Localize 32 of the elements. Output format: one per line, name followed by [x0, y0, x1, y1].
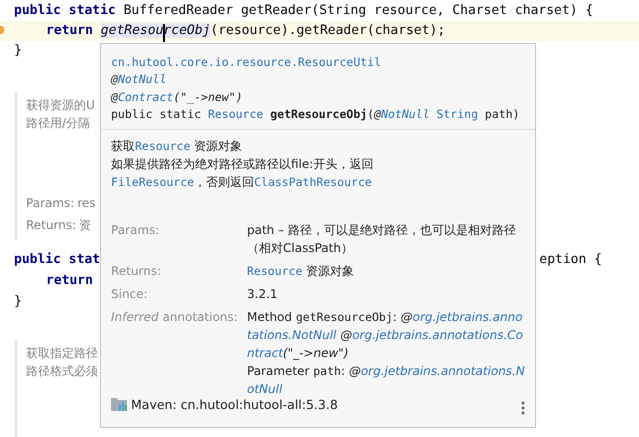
section-label: Params:: [111, 222, 160, 240]
code-text: }: [14, 293, 22, 311]
code-line: public static BufferedReader getReader(String resource, Charset charset) {: [13, 2, 594, 20]
code-text: public stat: [14, 251, 100, 269]
section-label: Returns:: [111, 263, 162, 280]
signature-line: @Contract("_->new"): [111, 88, 244, 106]
code-line: }: [13, 42, 23, 60]
section-value: Resource 资源对象: [247, 263, 356, 280]
description-text: 如果提供路径为绝对路径或路径以file:开头，返回 FileResource，否则返回ClassPathResource: [111, 156, 374, 192]
doc-text: 获得资源的U: [26, 97, 95, 114]
section-value: Parameter path: @org.jetbrains.annotations.NotNull: [247, 363, 526, 398]
section-label: Since:: [111, 286, 149, 304]
more-options-icon[interactable]: [521, 401, 525, 415]
doc-text: 资: [79, 217, 92, 234]
doc-label: Returns:: [26, 217, 76, 234]
signature-line: public static Resource getResourceObj(@NotNull String path): [111, 106, 521, 123]
code-text: return: [46, 272, 93, 290]
signature-line: @NotNull: [111, 71, 168, 88]
signature-line: cn.hutool.core.io.resource.ResourceUtil: [111, 54, 382, 71]
library-icon: [111, 397, 127, 411]
section-value: path – 路径，可以是绝对路径，也可以是相对路径（相对ClassPath）: [247, 222, 517, 258]
code-text: eption {: [539, 251, 602, 269]
doc-text: 路径用/分隔: [26, 115, 90, 132]
doc-text: res: [77, 195, 96, 212]
section-value: 3.2.1: [247, 286, 279, 304]
description-text: 获取Resource 资源对象: [111, 138, 244, 156]
section-label: Inferred annotations:: [111, 309, 239, 326]
doc-text: 路径格式必须: [26, 363, 98, 380]
doc-label: Params:: [26, 195, 74, 212]
section-value: Method getResourceObj: @org.jetbrains.annotations.NotNull @org.jetbrains.annotations.Contract("_->new"): [247, 309, 524, 362]
doc-text: 获取指定路径: [26, 345, 98, 362]
library-label: Maven: cn.hutool:hutool-all:5.3.8: [131, 396, 338, 412]
